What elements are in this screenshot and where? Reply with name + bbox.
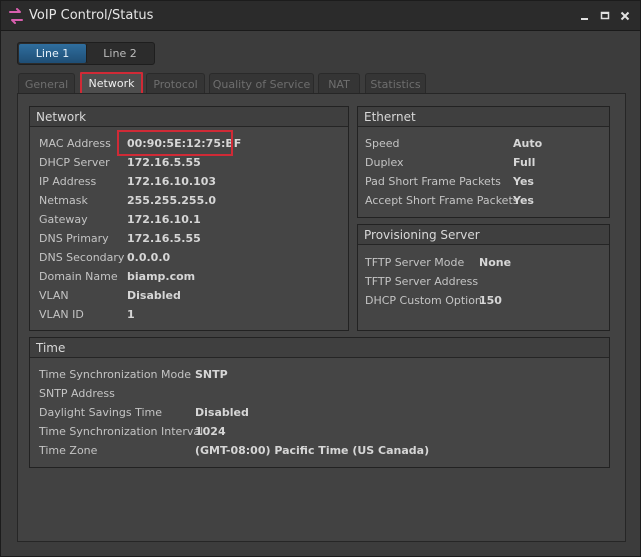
ip-address-value: 172.16.10.103 <box>127 175 217 188</box>
accept-short-frame-packets-value: Yes <box>513 194 534 207</box>
line-1-tab[interactable]: Line 1 <box>19 44 86 63</box>
time-panel: Time Time Synchronization Mode SNTP SNTP… <box>29 337 610 468</box>
time-synchronization-mode-label: Time Synchronization Mode <box>39 368 191 381</box>
dns-primary-label: DNS Primary <box>39 232 109 245</box>
domain-name-label: Domain Name <box>39 270 118 283</box>
mac-address-label: MAC Address <box>39 137 111 150</box>
provisioning-server-panel: Provisioning Server TFTP Server Mode Non… <box>357 224 610 331</box>
daylight-savings-time-label: Daylight Savings Time <box>39 406 162 419</box>
vlan-id-label: VLAN ID <box>39 308 84 321</box>
maximize-icon <box>600 11 610 20</box>
vlan-label: VLAN <box>39 289 69 302</box>
tab-general[interactable]: General <box>18 73 75 94</box>
dns-secondary-value: 0.0.0.0 <box>127 251 171 264</box>
maximize-button[interactable] <box>595 6 615 26</box>
pad-short-frame-packets-label: Pad Short Frame Packets <box>365 175 501 188</box>
provisioning-server-panel-title: Provisioning Server <box>364 228 480 242</box>
mac-address-highlight <box>117 130 233 156</box>
minimize-button[interactable] <box>575 6 595 26</box>
gateway-value: 172.16.10.1 <box>127 213 201 226</box>
title-bar[interactable]: VoIP Control/Status <box>1 1 640 31</box>
tab-protocol[interactable]: Protocol <box>146 73 205 94</box>
ethernet-panel-header: Ethernet <box>358 107 609 127</box>
dhcp-server-label: DHCP Server <box>39 156 110 169</box>
vlan-value: Disabled <box>127 289 181 302</box>
network-tab-content: Network MAC Address 00:90:5E:12:75:BF DH… <box>17 93 626 542</box>
app-logo-icon <box>9 8 23 24</box>
provisioning-server-panel-header: Provisioning Server <box>358 225 609 245</box>
time-panel-header: Time <box>30 338 609 358</box>
network-panel: Network MAC Address 00:90:5E:12:75:BF DH… <box>29 106 349 331</box>
time-synchronization-mode-value: SNTP <box>195 368 228 381</box>
ethernet-panel-title: Ethernet <box>364 110 416 124</box>
dhcp-custom-option-value: 150 <box>479 294 502 307</box>
tftp-server-address-label: TFTP Server Address <box>365 275 479 288</box>
dhcp-custom-option-label: DHCP Custom Option <box>365 294 482 307</box>
pad-short-frame-packets-value: Yes <box>513 175 534 188</box>
tab-nat[interactable]: NAT <box>318 73 360 94</box>
speed-value: Auto <box>513 137 543 150</box>
accept-short-frame-packets-label: Accept Short Frame Packets <box>365 194 519 207</box>
line-2-tab[interactable]: Line 2 <box>86 44 153 63</box>
tab-statistics[interactable]: Statistics <box>365 73 426 94</box>
daylight-savings-time-value: Disabled <box>195 406 249 419</box>
time-synchronization-interval-value: 1024 <box>195 425 226 438</box>
dns-primary-value: 172.16.5.55 <box>127 232 201 245</box>
close-icon <box>620 11 630 21</box>
sntp-address-label: SNTP Address <box>39 387 115 400</box>
time-panel-title: Time <box>36 341 66 355</box>
voip-control-status-window: VoIP Control/Status Line 1 Line 2 Genera… <box>0 0 641 557</box>
domain-name-value: biamp.com <box>127 270 196 283</box>
dns-secondary-label: DNS Secondary <box>39 251 125 264</box>
vlan-id-value: 1 <box>127 308 135 321</box>
tftp-server-mode-value: None <box>479 256 512 269</box>
ethernet-panel: Ethernet Speed Auto Duplex Full Pad Shor… <box>357 106 610 218</box>
speed-label: Speed <box>365 137 400 150</box>
time-zone-value: (GMT-08:00) Pacific Time (US Canada) <box>195 444 430 457</box>
minimize-icon <box>581 18 588 20</box>
netmask-label: Netmask <box>39 194 88 207</box>
network-panel-header: Network <box>30 107 348 127</box>
dhcp-server-value: 172.16.5.55 <box>127 156 201 169</box>
time-zone-label: Time Zone <box>39 444 98 457</box>
close-button[interactable] <box>615 6 635 26</box>
tftp-server-mode-label: TFTP Server Mode <box>365 256 465 269</box>
tab-quality-of-service[interactable]: Quality of Service <box>209 73 314 94</box>
duplex-value: Full <box>513 156 536 169</box>
gateway-label: Gateway <box>39 213 88 226</box>
ip-address-label: IP Address <box>39 175 97 188</box>
netmask-value: 255.255.255.0 <box>127 194 217 207</box>
duplex-label: Duplex <box>365 156 404 169</box>
time-synchronization-interval-label: Time Synchronization Interval <box>39 425 204 438</box>
window-title: VoIP Control/Status <box>29 8 154 23</box>
network-panel-title: Network <box>36 110 87 124</box>
line-selector: Line 1 Line 2 <box>17 42 155 65</box>
tab-network[interactable]: Network <box>80 72 143 95</box>
